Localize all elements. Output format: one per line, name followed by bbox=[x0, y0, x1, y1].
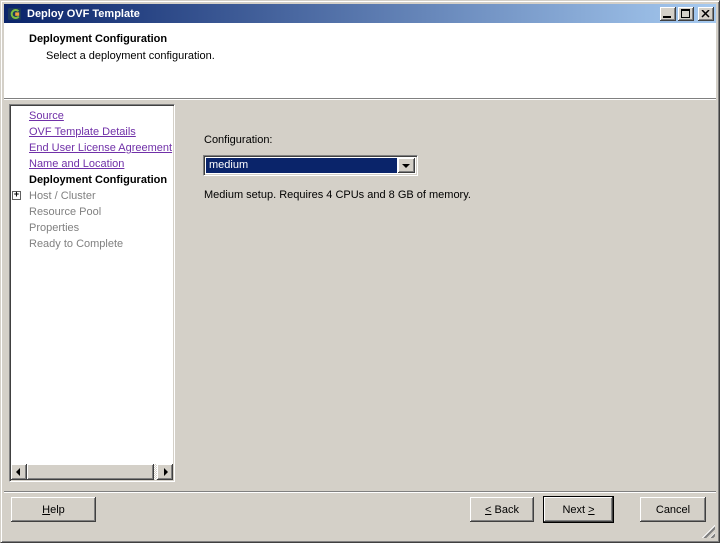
titlebar[interactable]: Deploy OVF Template bbox=[4, 4, 716, 23]
button-label: Next > bbox=[562, 504, 594, 516]
sidebar-item-name-and-location[interactable]: Name and Location bbox=[11, 156, 173, 172]
button-label: Help bbox=[42, 504, 65, 516]
window-controls bbox=[660, 6, 714, 21]
button-label: < Back bbox=[485, 504, 519, 516]
scroll-right-button[interactable] bbox=[157, 464, 173, 480]
sidebar-item-host-cluster: + Host / Cluster bbox=[11, 188, 173, 204]
sidebar-item-label: Host / Cluster bbox=[29, 190, 96, 202]
back-button[interactable]: < Back bbox=[470, 497, 534, 522]
window-title: Deploy OVF Template bbox=[27, 7, 140, 20]
label-accelerator: H bbox=[42, 503, 51, 516]
sidebar-item-end-user-license-agreement[interactable]: End User License Agreement bbox=[11, 140, 173, 156]
scroll-left-button[interactable] bbox=[11, 464, 27, 480]
minimize-icon bbox=[663, 15, 671, 18]
button-label: Cancel bbox=[656, 504, 690, 516]
label-text: elp bbox=[50, 503, 65, 516]
help-button[interactable]: Help bbox=[11, 497, 96, 522]
configuration-select[interactable]: medium bbox=[203, 155, 418, 176]
maximize-button[interactable] bbox=[678, 6, 694, 21]
scroll-right-icon bbox=[164, 468, 168, 476]
page-subtitle: Select a deployment configuration. bbox=[46, 50, 215, 62]
app-icon bbox=[8, 7, 21, 20]
page-title: Deployment Configuration bbox=[29, 33, 168, 45]
maximize-icon bbox=[681, 8, 690, 18]
dropdown-button[interactable] bbox=[398, 158, 415, 173]
sidebar-item-properties: Properties bbox=[29, 222, 80, 234]
expand-icon: + bbox=[12, 190, 21, 200]
footer-divider bbox=[4, 491, 716, 493]
label-text: Back bbox=[491, 503, 519, 516]
scroll-left-icon bbox=[16, 468, 20, 476]
label-text: Next bbox=[562, 503, 589, 516]
sidebar-item-deployment-configuration: Deployment Configuration bbox=[29, 174, 168, 186]
sidebar-item-ovf-template-details[interactable]: OVF Template Details bbox=[11, 124, 173, 140]
deploy-ovf-template-dialog: Deploy OVF Template Deployment Configura… bbox=[0, 0, 720, 543]
label-text: Cancel bbox=[655, 503, 691, 516]
chevron-down-icon bbox=[402, 164, 410, 168]
configuration-selected-value: medium bbox=[206, 158, 397, 173]
sidebar-item-ready-to-complete: Ready to Complete bbox=[29, 238, 124, 250]
close-button[interactable] bbox=[698, 6, 714, 21]
label-accelerator: > bbox=[588, 503, 595, 516]
minimize-button[interactable] bbox=[660, 6, 676, 21]
cancel-button[interactable]: Cancel bbox=[640, 497, 706, 522]
sidebar-item-resource-pool: Resource Pool bbox=[29, 206, 102, 218]
header-divider bbox=[4, 98, 716, 100]
configuration-label: Configuration: bbox=[204, 134, 273, 146]
sidebar-item-source[interactable]: Source bbox=[11, 108, 173, 124]
close-icon bbox=[701, 9, 710, 18]
wizard-steps-sidebar: Source OVF Template Details End User Lic… bbox=[9, 104, 175, 482]
wizard-header: Deployment Configuration Select a deploy… bbox=[4, 23, 716, 98]
scrollbar-thumb[interactable] bbox=[27, 464, 154, 480]
resize-grip[interactable] bbox=[700, 523, 715, 538]
sidebar-horizontal-scrollbar[interactable] bbox=[11, 464, 173, 480]
next-button[interactable]: Next > bbox=[543, 496, 614, 523]
wizard-steps-list: Source OVF Template Details End User Lic… bbox=[11, 108, 173, 252]
configuration-description: Medium setup. Requires 4 CPUs and 8 GB o… bbox=[204, 189, 471, 201]
